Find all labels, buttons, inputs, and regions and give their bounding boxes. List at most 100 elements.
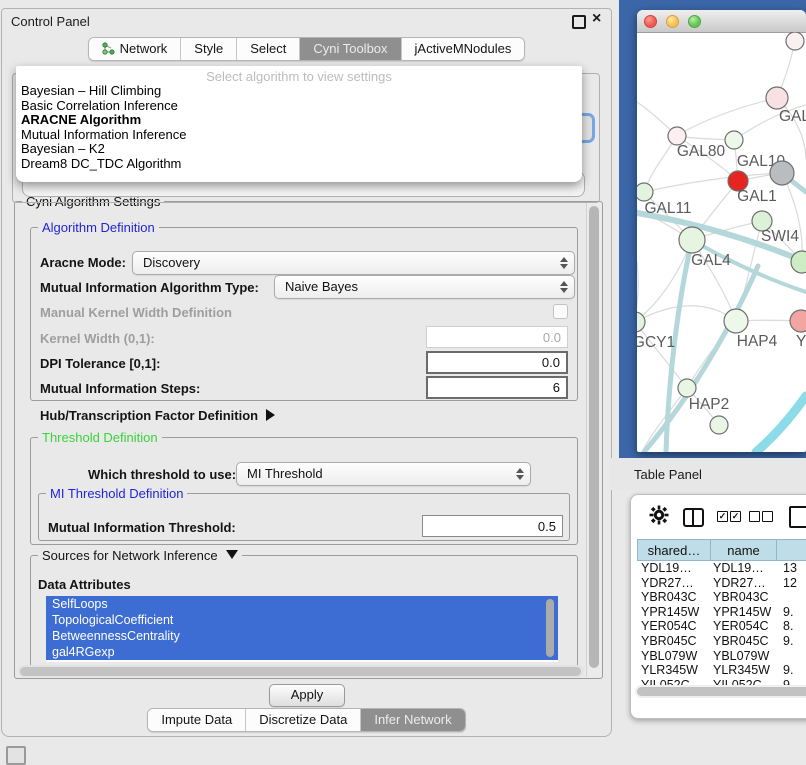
mi-steps-field[interactable]: 6: [426, 376, 568, 399]
algorithm-option[interactable]: Mutual Information Inference: [16, 128, 582, 143]
collapsed-panel-icon[interactable]: [6, 746, 26, 765]
algorithm-option[interactable]: Bayesian – Hill Climbing: [16, 84, 582, 99]
settings-hscrollbar-thumb[interactable]: [20, 667, 581, 676]
node-top-partial[interactable]: [786, 32, 804, 50]
kernel-width-field[interactable]: 0.0: [426, 326, 568, 348]
network-window-titlebar[interactable]: [637, 10, 806, 33]
column-header[interactable]: shared…: [637, 539, 711, 561]
table-cell: YBR045C: [711, 634, 777, 649]
node-hap2[interactable]: [678, 379, 696, 397]
data-attributes-label: Data Attributes: [38, 577, 131, 592]
node-label-gcy1: GCY1: [637, 334, 675, 351]
attribute-item[interactable]: gal4RGexp: [46, 644, 558, 660]
node-label-gal: GAL: [779, 108, 806, 125]
hub-section-toggle[interactable]: Hub/Transcription Factor Definition: [40, 408, 275, 423]
network-icon: [102, 42, 115, 55]
attributes-scrollbar-thumb[interactable]: [546, 599, 554, 657]
float-panel-icon[interactable]: [572, 15, 586, 29]
node-gal-cut[interactable]: [766, 87, 788, 109]
expand-arrow-icon[interactable]: [266, 409, 275, 421]
table-row[interactable]: YDL19…YDL19…13: [637, 561, 806, 576]
attribute-item[interactable]: SelfLoops: [46, 596, 558, 612]
tab-label: Select: [250, 41, 286, 56]
tab-label: Style: [194, 41, 223, 56]
network-edge[interactable]: [637, 322, 687, 388]
algorithm-option[interactable]: ARACNE Algorithm: [16, 113, 582, 128]
node-gal11[interactable]: [637, 183, 653, 201]
zoom-window-icon[interactable]: [688, 15, 701, 28]
tab-jactivemnodules[interactable]: jActiveMNodules: [402, 38, 525, 60]
attribute-item[interactable]: TopologicalCoefficient: [46, 612, 558, 628]
table-hscrollbar-thumb[interactable]: [637, 687, 806, 696]
minimize-window-icon[interactable]: [666, 15, 679, 28]
table-hscrollbar-track[interactable]: [635, 685, 806, 698]
close-window-icon[interactable]: [644, 15, 657, 28]
node-bottom-partial[interactable]: [710, 416, 728, 434]
table-row[interactable]: YPR145WYPR145W9.: [637, 605, 806, 620]
network-edge[interactable]: [756, 396, 806, 452]
table-row[interactable]: YLR345WYLR345W9.: [637, 663, 806, 678]
mi-threshold-field[interactable]: 0.5: [422, 515, 563, 537]
tab-select[interactable]: Select: [237, 38, 300, 60]
kernel-width-label: Kernel Width (0,1):: [40, 331, 155, 346]
bottom-tab-label: Impute Data: [161, 712, 232, 727]
node-salmon[interactable]: [790, 310, 806, 332]
table-row[interactable]: YBR043CYBR043C: [637, 590, 806, 605]
bottom-tab-impute-data[interactable]: Impute Data: [148, 709, 246, 731]
node-gray[interactable]: [770, 161, 794, 185]
bottom-tab-discretize-data[interactable]: Discretize Data: [246, 709, 361, 731]
control-panel: Control Panel × NetworkStyleSelectCyni T…: [1, 8, 612, 737]
document-icon[interactable]: [789, 506, 806, 528]
manual-kernel-checkbox[interactable]: [553, 304, 568, 319]
tab-style[interactable]: Style: [181, 38, 237, 60]
node-gal4[interactable]: [679, 227, 705, 253]
dropdown-item-list: Bayesian – Hill ClimbingBasic Correlatio…: [16, 84, 582, 172]
table-row[interactable]: YBL079WYBL079W: [637, 649, 806, 664]
column-header[interactable]: name: [711, 539, 777, 561]
tab-cyni-toolbox[interactable]: Cyni Toolbox: [300, 38, 401, 60]
settings-scrollbar-thumb[interactable]: [589, 206, 599, 668]
mi-algorithm-type-combo[interactable]: Naive Bayes: [274, 275, 575, 299]
node-label-gal80: GAL80: [677, 143, 726, 160]
collapse-arrow-icon[interactable]: [226, 550, 238, 559]
unchecked-checkbox-icon[interactable]: [749, 511, 760, 522]
which-threshold-combo[interactable]: MI Threshold: [236, 462, 531, 486]
table-row[interactable]: YER054CYER054C8.: [637, 619, 806, 634]
network-edge[interactable]: [644, 136, 677, 192]
table-cell: 9.: [777, 605, 806, 620]
column-header[interactable]: [777, 539, 806, 561]
unchecked-checkbox-icon[interactable]: [762, 511, 773, 522]
table-cell: 13: [777, 561, 806, 576]
table-row[interactable]: YDR27…YDR27…12: [637, 576, 806, 591]
apply-button[interactable]: Apply: [269, 684, 345, 707]
table-cell: 9.: [777, 634, 806, 649]
stepper-arrows-icon: [516, 463, 524, 485]
mi-threshold-label: Mutual Information Threshold:: [48, 520, 236, 535]
algorithm-option[interactable]: Basic Correlation Inference: [16, 99, 582, 114]
dpi-tolerance-field[interactable]: 0.0: [426, 351, 568, 374]
table-cell: YDR27…: [637, 576, 711, 591]
split-columns-icon[interactable]: [683, 508, 704, 527]
table-header-row: shared…name: [637, 539, 806, 561]
gear-icon[interactable]: [649, 505, 669, 525]
table-row[interactable]: YBR045CYBR045C9.: [637, 634, 806, 649]
bottom-tab-infer-network[interactable]: Infer Network: [361, 709, 464, 731]
algorithm-option[interactable]: Bayesian – K2: [16, 142, 582, 157]
network-edge[interactable]: [644, 266, 758, 452]
algorithm-option[interactable]: Dream8 DC_TDC Algorithm: [16, 157, 582, 172]
tab-network[interactable]: Network: [89, 38, 182, 60]
network-edge[interactable]: [637, 306, 736, 322]
table-cell: YBL079W: [711, 649, 777, 664]
network-edge[interactable]: [677, 98, 777, 136]
node-gal10[interactable]: [725, 131, 743, 149]
attribute-item[interactable]: BetweennessCentrality: [46, 628, 558, 644]
checked-checkbox-icon[interactable]: ✓: [717, 511, 728, 522]
table-panel-strip: Table Panel: [610, 458, 806, 490]
network-canvas[interactable]: GALGAL80GAL10GAL1GAL11SWI4GAL4GCY1HAP4YH…: [637, 32, 806, 452]
hub-section-label: Hub/Transcription Factor Definition: [40, 408, 258, 423]
close-panel-icon[interactable]: ×: [592, 10, 601, 28]
aracne-mode-combo[interactable]: Discovery: [132, 251, 575, 275]
checked-checkbox-icon[interactable]: ✓: [730, 511, 741, 522]
sources-title[interactable]: Sources for Network Inference: [38, 548, 242, 563]
node-hap4[interactable]: [724, 309, 748, 333]
